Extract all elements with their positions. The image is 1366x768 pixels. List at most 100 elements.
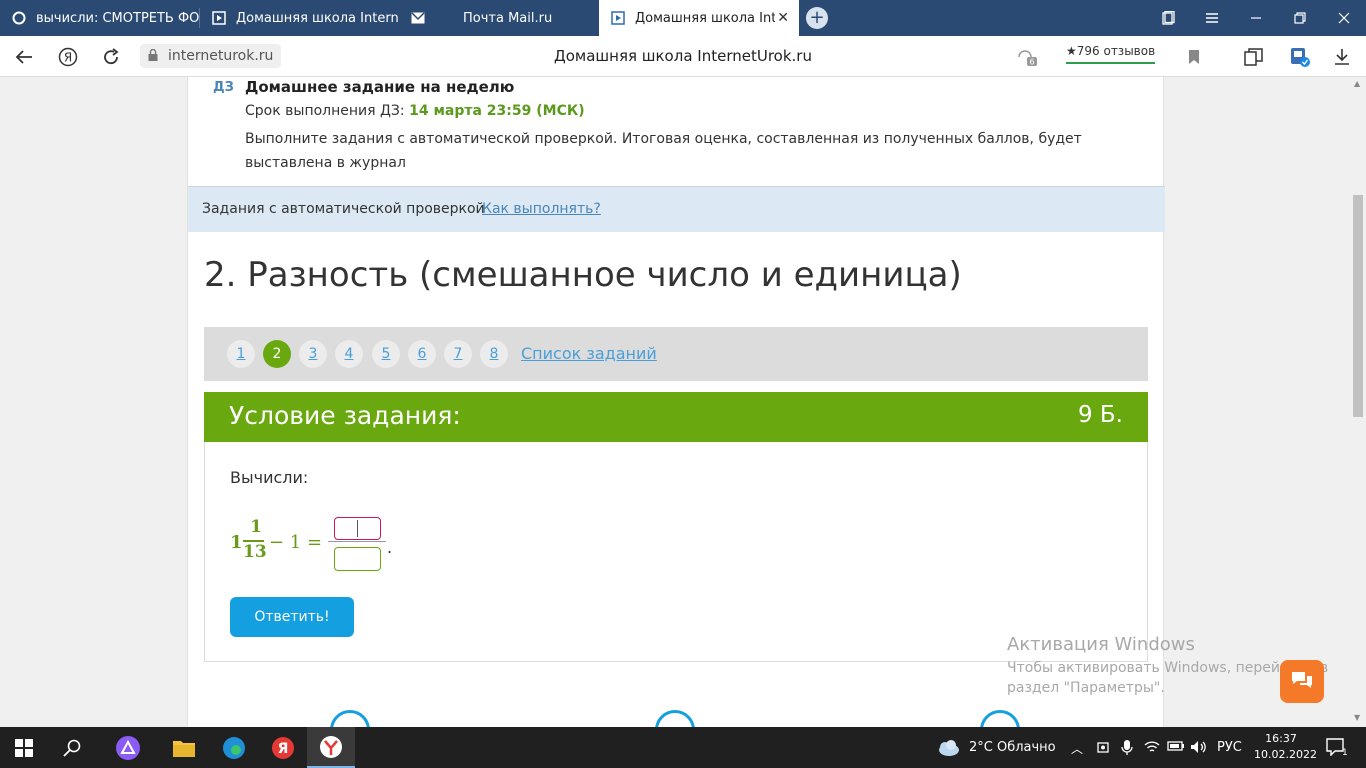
- scroll-thumb[interactable]: [1353, 195, 1363, 417]
- edge-button[interactable]: [210, 727, 258, 768]
- prev-task-button[interactable]: [330, 710, 370, 727]
- yandex-browser-button[interactable]: [307, 727, 355, 768]
- mixed-denominator: 13: [243, 542, 267, 562]
- how-to-link[interactable]: Как выполнять?: [482, 201, 601, 217]
- answer-fraction-bar: [328, 541, 386, 542]
- folder-icon: [173, 740, 195, 757]
- yandex-icon[interactable]: Я: [57, 46, 79, 68]
- extension-icon[interactable]: [1289, 46, 1311, 68]
- tab-search-result[interactable]: вычисли: СМОТРЕТЬ ФОТО: [0, 0, 199, 36]
- points-badge: 9 Б.: [1077, 402, 1123, 428]
- page-link-3[interactable]: 3: [299, 340, 327, 368]
- notifications-icon[interactable]: 1: [1326, 738, 1348, 760]
- task-heading: 2. Разность (смешанное число и единица): [204, 255, 962, 295]
- url-field[interactable]: interneturok.ru: [140, 44, 282, 68]
- explorer-button[interactable]: [160, 727, 208, 768]
- start-button[interactable]: [0, 727, 48, 768]
- bookmarks-icon[interactable]: [1146, 0, 1190, 36]
- answer-denominator-input[interactable]: [334, 547, 381, 571]
- condition-title: Условие задания:: [229, 401, 461, 430]
- tab-bar: вычисли: СМОТРЕТЬ ФОТО Домашняя школа In…: [0, 0, 1366, 36]
- lock-icon: [148, 49, 158, 61]
- weather-button[interactable]: [928, 727, 968, 768]
- task-pager: 1 2 3 4 5 6 7 8 Список заданий: [204, 327, 1148, 381]
- page-link-5[interactable]: 5: [372, 340, 400, 368]
- mixed-numerator: 1: [250, 517, 262, 537]
- weather-text[interactable]: 2°C Облачно: [969, 740, 1056, 755]
- cloud-icon: [939, 739, 959, 756]
- auto-check-strip: Задания с автоматической проверкой Как в…: [188, 186, 1165, 232]
- page-link-6[interactable]: 6: [408, 340, 436, 368]
- plus-icon: +: [806, 7, 828, 29]
- tab-mail[interactable]: Почта Mail.ru: [399, 0, 599, 36]
- reload-icon[interactable]: [100, 46, 122, 68]
- page-link-4[interactable]: 4: [335, 340, 363, 368]
- mixed-whole: 1: [230, 532, 243, 553]
- homework-label: ДЗ: [213, 80, 234, 95]
- task-list-link[interactable]: Список заданий: [521, 344, 657, 363]
- homework-title: Домашнее задание на неделю: [245, 78, 515, 96]
- tab-label: Домашняя школа InternetUrok.ru: [236, 10, 399, 26]
- address-bar: Я interneturok.ru Домашняя школа Interne…: [0, 36, 1366, 77]
- language-indicator[interactable]: РУС: [1217, 740, 1242, 755]
- chat-icon: [1290, 670, 1314, 694]
- page-link-2[interactable]: 2: [263, 340, 291, 368]
- wifi-icon[interactable]: [1144, 740, 1160, 758]
- system-clock[interactable]: 16:37 10.02.2022: [1254, 731, 1317, 763]
- alice-button[interactable]: [104, 727, 152, 768]
- network-device-icon[interactable]: [1096, 740, 1110, 758]
- page-link-8[interactable]: 8: [480, 340, 508, 368]
- play-document-icon: [212, 11, 226, 25]
- yandex-app-button[interactable]: Я: [259, 727, 307, 768]
- math-expression: 1 1 13 − 1 = .: [230, 514, 430, 574]
- windows-taskbar: Я 2°C Облачно ︿ РУС 16:37 10.02.2022 1: [0, 727, 1366, 768]
- windows-icon: [15, 738, 33, 757]
- tab-interneturok-active[interactable]: Домашняя школа InternetUrok.ru ✕: [599, 0, 799, 36]
- bookmark-icon[interactable]: [1183, 46, 1205, 68]
- battery-icon[interactable]: [1167, 740, 1185, 756]
- search-icon: [63, 739, 81, 757]
- mail-icon: [411, 11, 425, 25]
- yandex-app-icon: Я: [272, 736, 294, 759]
- volume-icon[interactable]: [1190, 740, 1208, 758]
- tab-interneturok-1[interactable]: Домашняя школа InternetUrok.ru: [200, 0, 399, 36]
- clock-time: 16:37: [1265, 732, 1297, 745]
- minimize-icon[interactable]: [1234, 0, 1278, 36]
- microphone-icon[interactable]: [1121, 740, 1133, 760]
- expression-operator: − 1 =: [269, 532, 323, 553]
- download-icon[interactable]: [1331, 46, 1353, 68]
- svg-text:6: 6: [1029, 58, 1034, 67]
- collections-icon[interactable]: [1243, 46, 1265, 68]
- reviews-badge[interactable]: ★796 отзывов: [1066, 44, 1156, 64]
- url-text: interneturok.ru: [168, 48, 274, 64]
- tab-label: Домашняя школа InternetUrok.ru: [635, 10, 775, 26]
- condition-header: Условие задания: 9 Б.: [204, 392, 1148, 442]
- activation-watermark-title: Активация Windows: [1007, 634, 1195, 655]
- menu-icon[interactable]: [1190, 0, 1234, 36]
- restore-icon[interactable]: [1278, 0, 1322, 36]
- scroll-up-icon[interactable]: ▲: [1354, 79, 1360, 88]
- page-link-1[interactable]: 1: [227, 340, 255, 368]
- submit-answer-button[interactable]: Ответить!: [230, 597, 354, 637]
- task-prompt: Вычисли:: [230, 468, 309, 487]
- svg-text:Я: Я: [278, 741, 289, 757]
- chevron-up-icon[interactable]: ︿: [1071, 740, 1083, 757]
- chat-button[interactable]: [1280, 660, 1324, 703]
- protect-icon[interactable]: 6: [1016, 46, 1038, 68]
- page-link-7[interactable]: 7: [444, 340, 472, 368]
- close-window-icon[interactable]: [1322, 0, 1366, 36]
- up-button[interactable]: [655, 710, 695, 727]
- homework-deadline: Срок выполнения ДЗ: 14 марта 23:59 (МСК): [245, 103, 585, 119]
- next-task-button[interactable]: [980, 710, 1020, 727]
- answer-numerator-input[interactable]: [334, 517, 381, 540]
- alice-icon: [116, 735, 140, 760]
- new-tab-button[interactable]: +: [799, 0, 835, 36]
- svg-text:1: 1: [1342, 748, 1348, 756]
- svg-text:Я: Я: [64, 51, 72, 65]
- search-button[interactable]: [48, 727, 96, 768]
- page-scrollbar[interactable]: ▲ ▼: [1350, 77, 1366, 727]
- close-icon[interactable]: ✕: [777, 10, 789, 26]
- scroll-down-icon[interactable]: ▼: [1354, 713, 1360, 722]
- back-icon[interactable]: [13, 46, 35, 68]
- condition-body: Вычисли: 1 1 13 − 1 = . Ответить!: [204, 442, 1148, 662]
